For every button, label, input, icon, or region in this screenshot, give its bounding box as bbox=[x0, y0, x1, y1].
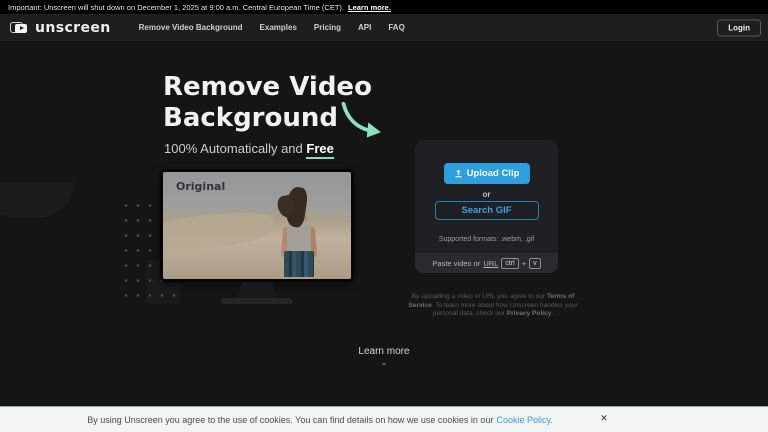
login-button[interactable]: Login bbox=[717, 19, 761, 36]
shutdown-learn-more-link[interactable]: Learn more. bbox=[348, 3, 391, 12]
hero-subtitle-free: Free bbox=[306, 141, 333, 159]
shutdown-banner-text: Important: Unscreen will shut down on De… bbox=[8, 3, 344, 12]
upload-clip-button[interactable]: Upload Clip bbox=[444, 163, 530, 184]
paste-text: Paste video or bbox=[432, 259, 480, 268]
nav-item-remove-video-background[interactable]: Remove Video Background bbox=[139, 23, 243, 32]
paste-bar: Paste video or URL ctrl + v bbox=[415, 253, 558, 273]
learn-more-label: Learn more bbox=[334, 346, 434, 357]
desert-dune bbox=[163, 208, 277, 254]
search-gif-button[interactable]: Search GIF bbox=[435, 201, 539, 220]
cookie-text: By using Unscreen you agree to the use o… bbox=[0, 407, 640, 432]
nav-item-pricing[interactable]: Pricing bbox=[314, 23, 341, 32]
curved-arrow-icon bbox=[336, 98, 384, 144]
plus-sign: + bbox=[522, 259, 526, 268]
unscreen-play-icon bbox=[10, 21, 29, 35]
monitor-stand bbox=[237, 282, 277, 299]
v-key: v bbox=[529, 258, 541, 269]
upload-icon bbox=[454, 169, 463, 178]
video-preview-monitor: Original bbox=[160, 169, 354, 305]
shutdown-banner: Important: Unscreen will shut down on De… bbox=[0, 0, 768, 14]
close-icon[interactable]: ✕ bbox=[597, 411, 611, 425]
ctrl-key: ctrl bbox=[501, 258, 518, 269]
nav-item-api[interactable]: API bbox=[358, 23, 371, 32]
terms-text-2: . To learn more about how Unscreen handl… bbox=[432, 302, 578, 318]
woman-figure bbox=[278, 187, 318, 279]
learn-more-link[interactable]: Learn more ⌄ bbox=[334, 346, 434, 366]
hero-subtitle-text: 100% Automatically and bbox=[164, 141, 306, 156]
cookie-policy-link[interactable]: Cookie Policy. bbox=[496, 415, 552, 425]
cookie-banner: By using Unscreen you agree to the use o… bbox=[0, 406, 768, 432]
paste-url-link[interactable]: URL bbox=[483, 259, 498, 268]
brand-name: unscreen bbox=[35, 20, 111, 36]
supported-formats-text: Supported formats: .webm, .gif bbox=[415, 236, 558, 243]
nav-item-faq[interactable]: FAQ bbox=[388, 23, 404, 32]
upload-card: Upload Clip or Search GIF Supported form… bbox=[415, 140, 558, 273]
decorative-blob bbox=[0, 183, 74, 217]
cookie-message: By using Unscreen you agree to the use o… bbox=[87, 415, 493, 425]
terms-text-3: . bbox=[551, 310, 553, 317]
terms-disclaimer: By uploading a video or URL you agree to… bbox=[399, 293, 587, 319]
brand-logo[interactable]: unscreen bbox=[10, 20, 111, 36]
hero-subtitle: 100% Automatically and Free bbox=[164, 141, 334, 156]
page: Important: Unscreen will shut down on De… bbox=[0, 0, 768, 432]
original-video-preview: Original bbox=[163, 172, 351, 279]
navbar: unscreen Remove Video Background Example… bbox=[0, 14, 768, 41]
terms-text-1: By uploading a video or URL you agree to… bbox=[412, 293, 547, 300]
privacy-policy-link[interactable]: Privacy Policy bbox=[507, 310, 552, 317]
monitor-frame: Original bbox=[160, 169, 354, 282]
nav-links: Remove Video Background Examples Pricing… bbox=[139, 23, 405, 32]
or-divider: or bbox=[415, 190, 558, 199]
chevron-down-icon: ⌄ bbox=[334, 359, 434, 366]
nav-item-examples[interactable]: Examples bbox=[260, 23, 297, 32]
monitor-base bbox=[221, 298, 293, 304]
original-label: Original bbox=[176, 180, 225, 193]
upload-clip-label: Upload Clip bbox=[467, 168, 520, 179]
